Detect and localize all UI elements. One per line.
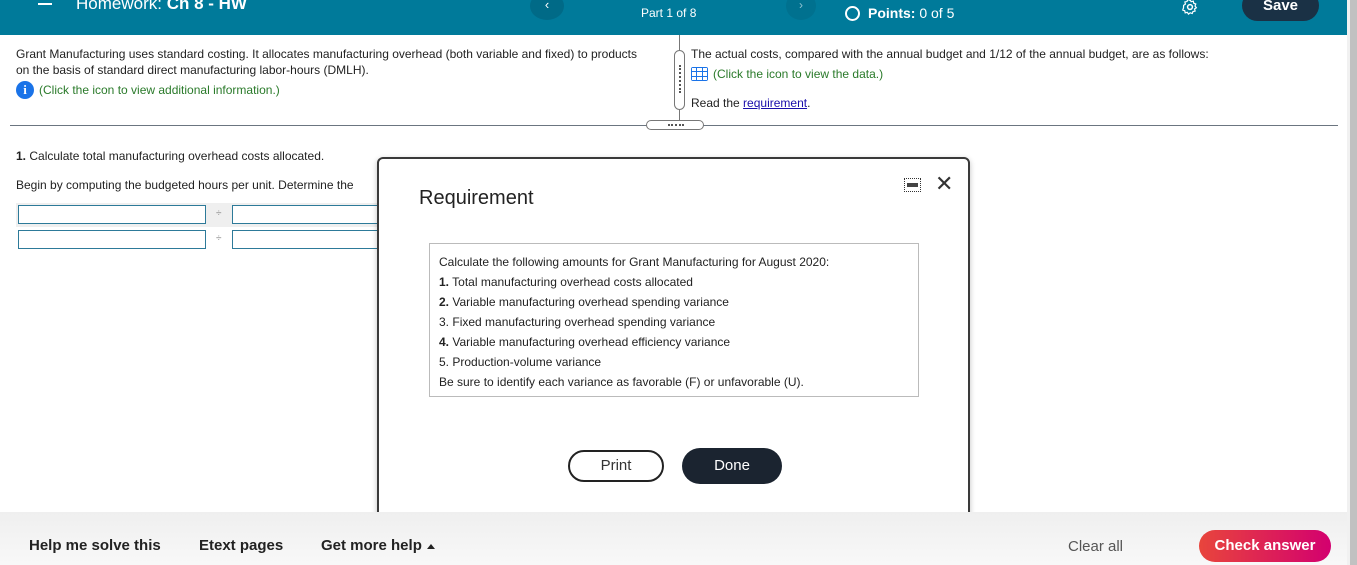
homework-title-prefix: Homework:: [76, 0, 162, 13]
problem-text: Grant Manufacturing uses standard costin…: [16, 47, 638, 77]
dialog-title: Requirement: [419, 187, 534, 209]
additional-info-link[interactable]: i (Click the icon to view additional inf…: [16, 81, 641, 99]
denominator-input[interactable]: [232, 205, 392, 224]
table-grid-icon[interactable]: [691, 67, 708, 81]
page: Homework: Ch 8 - HW ‹ Part 1 of 8 › Poin…: [0, 0, 1357, 565]
get-more-help-label: Get more help: [321, 537, 422, 554]
minimize-icon: [907, 183, 918, 187]
requirement-item: 5. Production-volume variance: [439, 352, 909, 372]
gear-icon[interactable]: [1181, 0, 1199, 16]
homework-title: Homework: Ch 8 - HW: [76, 0, 247, 14]
view-data-text[interactable]: (Click the icon to view the data.): [713, 66, 883, 82]
footer-bar: Help me solve this Etext pages Get more …: [0, 512, 1347, 565]
requirement-dialog: Requirement ✕ Calculate the following am…: [377, 157, 970, 520]
numerator-input[interactable]: [18, 230, 206, 249]
grip-dots-icon: [668, 124, 684, 126]
help-me-solve-button[interactable]: Help me solve this: [29, 537, 161, 554]
minimize-button[interactable]: [904, 178, 921, 192]
item-number: 1.: [439, 275, 450, 289]
view-data-link[interactable]: (Click the icon to view the data.): [691, 66, 1331, 82]
item-text: Variable manufacturing overhead spending…: [452, 295, 729, 309]
horizontal-resize-handle[interactable]: [646, 120, 704, 130]
check-answer-button[interactable]: Check answer: [1199, 530, 1331, 562]
vertical-resize-handle[interactable]: [674, 50, 685, 110]
top-bar: Homework: Ch 8 - HW ‹ Part 1 of 8 › Poin…: [0, 0, 1347, 35]
requirement-link[interactable]: requirement: [743, 96, 807, 110]
question-text: Calculate total manufacturing overhead c…: [29, 149, 325, 163]
problem-description: Grant Manufacturing uses standard costin…: [16, 46, 641, 99]
etext-pages-button[interactable]: Etext pages: [199, 537, 283, 554]
read-suffix: .: [807, 96, 811, 110]
item-text: Fixed manufacturing overhead spending va…: [452, 315, 716, 329]
denominator-input[interactable]: [232, 230, 392, 249]
question-title: 1. Calculate total manufacturing overhea…: [16, 149, 324, 163]
question-number: 1.: [16, 149, 27, 163]
get-more-help-button[interactable]: Get more help: [321, 537, 435, 554]
grip-dots-icon: [679, 65, 681, 93]
item-number: 2.: [439, 295, 450, 309]
caret-up-icon: [426, 543, 435, 549]
print-button[interactable]: Print: [568, 450, 664, 482]
data-intro-text: The actual costs, compared with the annu…: [691, 47, 1209, 61]
chevron-right-icon: ›: [799, 0, 803, 12]
divide-sign: ÷: [216, 208, 222, 219]
points-value: 0 of 5: [919, 5, 955, 21]
points-label: Points:: [868, 5, 916, 21]
question-instruction: Begin by computing the budgeted hours pe…: [16, 178, 354, 192]
scrollbar[interactable]: [1350, 0, 1357, 565]
part-indicator: Part 1 of 8: [641, 6, 697, 20]
done-button[interactable]: Done: [682, 448, 782, 484]
item-number: 5.: [439, 355, 450, 369]
points-indicator: Points: 0 of 5: [845, 5, 954, 21]
requirement-item: 3. Fixed manufacturing overhead spending…: [439, 312, 909, 332]
requirement-intro: Calculate the following amounts for Gran…: [439, 255, 830, 269]
item-text: Total manufacturing overhead costs alloc…: [452, 275, 693, 289]
requirement-item: 4. Variable manufacturing overhead effic…: [439, 332, 909, 352]
item-text: Variable manufacturing overhead efficien…: [452, 335, 731, 349]
progress-circle-icon: [845, 5, 860, 21]
requirement-item: 1. Total manufacturing overhead costs al…: [439, 272, 909, 292]
previous-question-button[interactable]: ‹: [530, 0, 564, 20]
read-requirement-line: Read the requirement.: [691, 95, 1331, 111]
item-text: Production-volume variance: [452, 355, 602, 369]
formula-row: ÷: [16, 203, 392, 227]
chevron-left-icon: ‹: [544, 0, 550, 12]
divide-sign: ÷: [216, 233, 222, 244]
item-number: 3.: [439, 315, 450, 329]
close-button[interactable]: ✕: [935, 172, 953, 196]
info-icon[interactable]: i: [16, 81, 34, 99]
data-description: The actual costs, compared with the annu…: [691, 46, 1331, 111]
item-number: 4.: [439, 335, 450, 349]
requirement-note: Be sure to identify each variance as fav…: [439, 375, 804, 389]
formula-row: ÷: [16, 228, 392, 252]
additional-info-text[interactable]: (Click the icon to view additional infor…: [39, 82, 280, 98]
homework-title-name: Ch 8 - HW: [166, 0, 247, 13]
requirement-box: Calculate the following amounts for Gran…: [429, 243, 919, 397]
hamburger-menu-icon[interactable]: [38, 0, 52, 8]
read-prefix: Read the: [691, 96, 744, 110]
close-icon: ✕: [935, 171, 954, 196]
clear-all-button[interactable]: Clear all: [1068, 538, 1123, 555]
requirement-item: 2. Variable manufacturing overhead spend…: [439, 292, 909, 312]
numerator-input[interactable]: [18, 205, 206, 224]
save-button[interactable]: Save: [1242, 0, 1319, 21]
next-question-button[interactable]: ›: [786, 0, 816, 20]
